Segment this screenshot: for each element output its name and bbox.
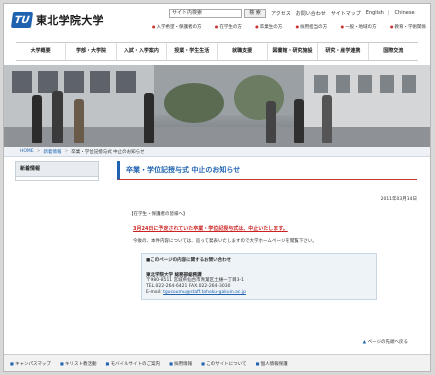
audience-link-applicants[interactable]: 入学希望・保護者の方 [152, 24, 202, 30]
nav-item-careers[interactable]: 就職支援 [216, 43, 267, 60]
footer-link-jobs[interactable]: 採用情報 [169, 361, 192, 367]
footer-link-about-site[interactable]: このサイトについて [201, 361, 246, 367]
page: TU 東北学院大学 サイト内検索 検 索 アクセス お問い合わせ サイトマップ … [3, 3, 431, 372]
greeting: 【在学生・保護者の皆様へ】 [129, 212, 188, 217]
footer-link-campus-map[interactable]: キャンパスマップ [10, 361, 51, 367]
contact-box: ■このページの内容に関するお問い合わせ 東北学院大学 総務部総務課 〒980-8… [141, 253, 377, 300]
main-content: 卒業・学位記授与式 中止のお知らせ 2011年03月14日 【在学生・保護者の皆… [117, 161, 417, 300]
breadcrumb-current: 卒業・学位記授与式 中止のお知らせ [71, 149, 145, 155]
footer-link-mobile[interactable]: モバイルサイトのご案内 [106, 361, 161, 367]
nav-item-research[interactable]: 研究・産学連携 [317, 43, 367, 60]
logo-text: 東北学院大学 [36, 14, 104, 27]
audience-links: 入学希望・保護者の方 在学生の方 卒業生の方 採用担当の方 一般・地域の方 教育… [152, 22, 426, 31]
nav-item-faculties[interactable]: 学部・大学院 [65, 43, 115, 60]
sidebar: 新着情報 [15, 161, 99, 181]
divider: | [387, 10, 390, 16]
page-title: 卒業・学位記授与式 中止のお知らせ [117, 161, 417, 180]
link-chinese[interactable]: Chinese [395, 10, 415, 16]
link-sitemap[interactable]: サイトマップ [331, 10, 361, 17]
body-text: 今後の、本件内容については、追って発表いたしますので大学ホームページを閲覧下さい… [133, 239, 317, 244]
audience-link-alumni[interactable]: 卒業生の方 [255, 24, 283, 30]
breadcrumb-section[interactable]: 新着情報 [43, 149, 61, 155]
main-nav: 大学概要 学部・大学院 入試・入学案内 授業・学生生活 就職支援 図書館・研究施… [16, 42, 418, 61]
logo-mark: TU [10, 12, 34, 28]
sidebar-body [15, 177, 99, 181]
audience-link-academic[interactable]: 教育・学術関係 [390, 24, 426, 30]
audience-link-students[interactable]: 在学生の方 [215, 24, 242, 30]
campus-photo [4, 65, 430, 147]
nav-item-library[interactable]: 図書館・研究施設 [266, 43, 317, 60]
sidebar-heading[interactable]: 新着情報 [15, 161, 99, 177]
footer: キャンパスマップ キリスト教活動 モバイルサイトのご案内 採用情報 このサイトに… [4, 354, 430, 371]
cancellation-notice: 3月24日に予定されていた卒業・学位記授与式は、中止いたします。 [133, 226, 288, 232]
search-input[interactable]: サイト内検索 [169, 8, 242, 18]
link-access[interactable]: アクセス [271, 10, 291, 17]
footer-link-christian[interactable]: キリスト教活動 [60, 361, 97, 367]
footer-link-privacy[interactable]: 個人情報保護 [256, 361, 288, 367]
back-to-top-link[interactable]: ページの先頭へ戻る [363, 339, 408, 345]
contact-email-row: E-mail: tgusoumu@staff.tohoku-gakuin.ac.… [146, 290, 372, 296]
contact-heading: ■このページの内容に関するお問い合わせ [146, 258, 232, 263]
link-contact[interactable]: お問い合わせ [296, 10, 326, 17]
university-logo[interactable]: TU 東北学院大学 [10, 10, 104, 30]
nav-item-about[interactable]: 大学概要 [16, 43, 65, 60]
search-button[interactable]: 検 索 [244, 8, 266, 18]
breadcrumb-home[interactable]: HOME [20, 149, 34, 154]
nav-item-international[interactable]: 国際交流 [367, 43, 418, 60]
contact-email-link[interactable]: tgusoumu@staff.tohoku-gakuin.ac.jp [163, 290, 246, 295]
utility-bar: サイト内検索 検 索 アクセス お問い合わせ サイトマップ English | … [169, 8, 424, 18]
breadcrumb-separator: > [64, 149, 69, 154]
audience-link-recruiters[interactable]: 採用担当の方 [296, 24, 327, 30]
contact-email-label: E-mail: [146, 290, 162, 295]
breadcrumb: HOME > 新着情報 > 卒業・学位記授与式 中止のお知らせ [4, 147, 430, 157]
nav-item-admissions[interactable]: 入試・入学案内 [115, 43, 166, 60]
post-date: 2011年03月14日 [380, 197, 417, 202]
audience-link-public[interactable]: 一般・地域の方 [341, 24, 377, 30]
link-english[interactable]: English [366, 10, 384, 16]
nav-item-student-life[interactable]: 授業・学生生活 [166, 43, 216, 60]
breadcrumb-separator: > [36, 149, 41, 154]
